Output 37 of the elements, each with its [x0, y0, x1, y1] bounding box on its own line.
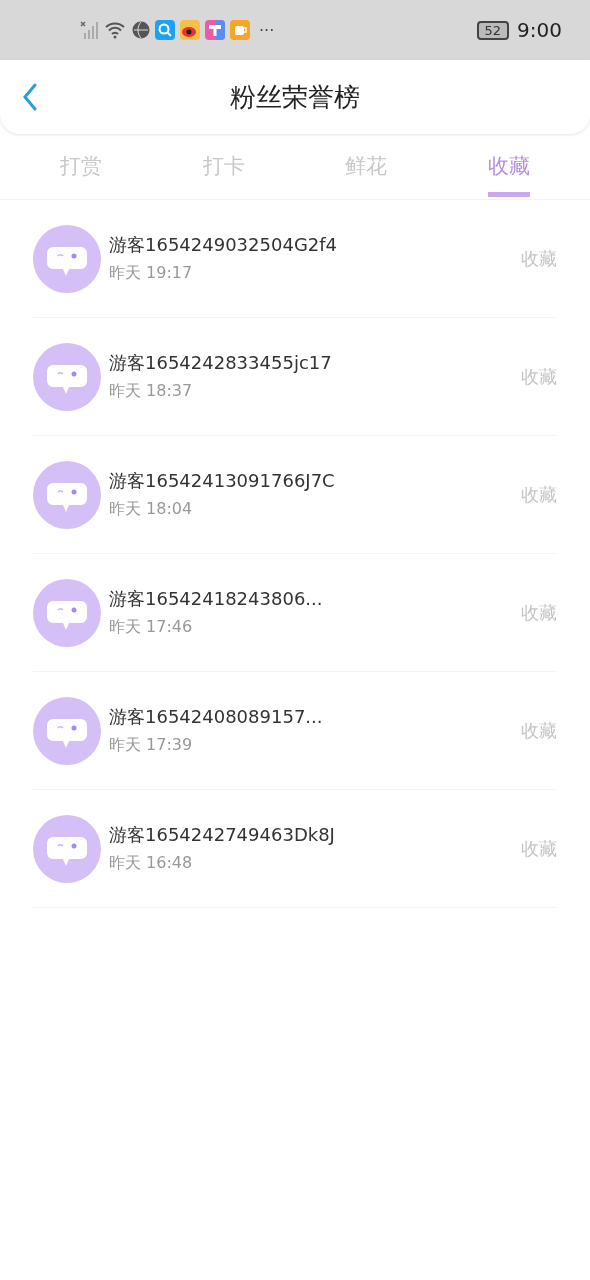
fan-name: 游客1654242749463Dk8J	[109, 823, 336, 847]
back-icon[interactable]	[22, 83, 38, 111]
avatar-icon	[33, 578, 101, 647]
avatar-icon	[33, 224, 101, 293]
tab[interactable]: 收藏	[487, 152, 530, 197]
paint-app-icon	[205, 20, 225, 40]
fan-time: 昨天 16:48	[109, 853, 194, 874]
action-label: 收藏	[521, 364, 557, 389]
avatar-icon	[33, 814, 101, 883]
clock-time: 9:00	[517, 18, 562, 42]
action-label: 收藏	[521, 836, 557, 861]
fan-name: 游客16542408089157...	[109, 705, 324, 729]
fan-name: 游客1654242833455jc17	[109, 351, 333, 375]
battery-icon: 52	[476, 20, 510, 40]
fan-time: 昨天 18:37	[109, 381, 194, 402]
fan-time: 昨天 18:04	[109, 499, 194, 520]
avatar-icon	[33, 696, 101, 765]
avatar-icon	[33, 460, 101, 529]
fan-time: 昨天 17:39	[109, 735, 194, 756]
eye-app-icon	[180, 20, 200, 40]
action-label: 收藏	[521, 246, 557, 271]
search-app-icon	[155, 20, 175, 40]
action-label: 收藏	[521, 482, 557, 507]
fan-name: 游客16542413091766J7C	[109, 469, 336, 493]
signal-icon	[80, 21, 100, 39]
avatar-icon	[33, 342, 101, 411]
more-notifications: ···	[259, 20, 275, 40]
fan-name: 游客1654249032504G2f4	[109, 233, 339, 257]
cup-app-icon	[230, 20, 250, 40]
action-label: 收藏	[521, 718, 557, 743]
fan-time: 昨天 19:17	[109, 263, 194, 284]
page-title: 粉丝荣誉榜	[230, 80, 360, 114]
wifi-icon	[105, 21, 127, 39]
action-label: 收藏	[521, 600, 557, 625]
fan-time: 昨天 17:46	[109, 617, 194, 638]
fan-name: 游客16542418243806...	[109, 587, 324, 611]
globe-icon	[132, 21, 150, 39]
